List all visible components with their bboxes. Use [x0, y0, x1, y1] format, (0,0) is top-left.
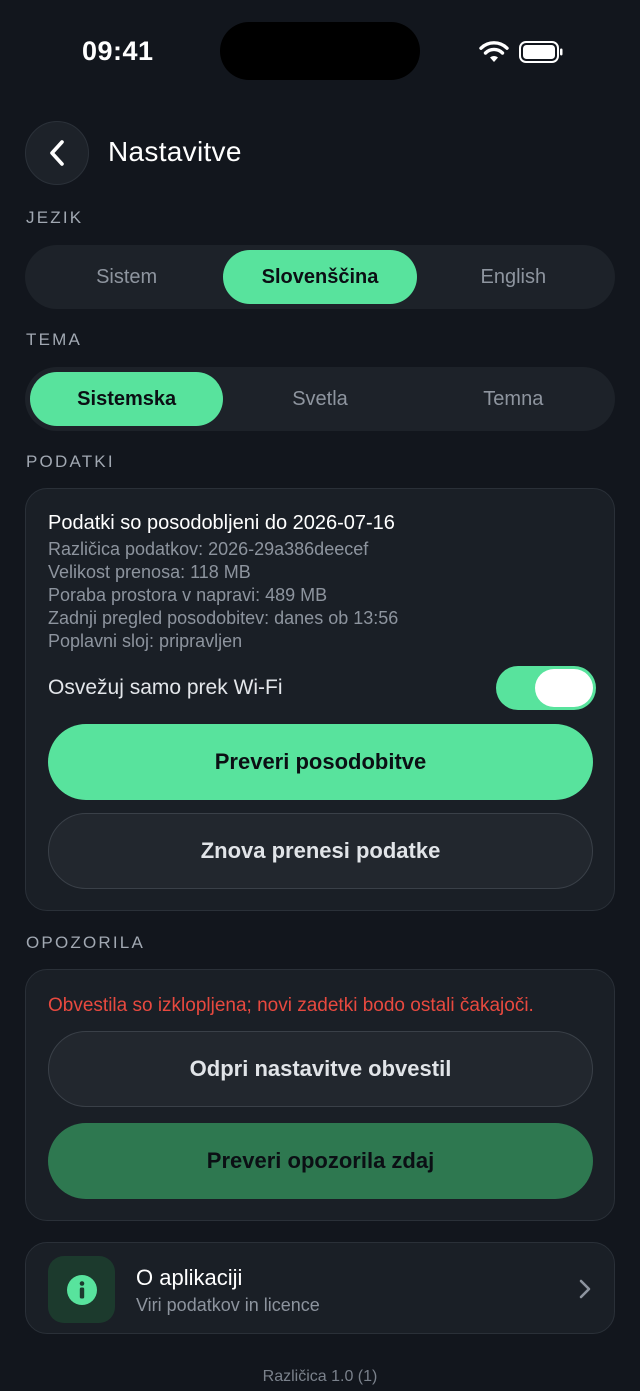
- language-option-english[interactable]: English: [417, 250, 610, 304]
- wifi-only-toggle[interactable]: [496, 666, 596, 710]
- toggle-knob: [535, 669, 593, 707]
- back-button[interactable]: [25, 121, 89, 185]
- theme-option-light[interactable]: Svetla: [223, 372, 416, 426]
- download-size-line: Velikost prenosa: 118 MB: [48, 562, 251, 582]
- redownload-data-button[interactable]: Znova prenesi podatke: [48, 813, 593, 889]
- data-card: Podatki so posodobljeni do 2026-07-16 Ra…: [25, 488, 615, 911]
- app-version: Različica 1.0 (1): [262, 1368, 378, 1385]
- section-label-language: JEZIK: [26, 208, 84, 227]
- status-bar: 09:41: [0, 0, 640, 100]
- status-time: 09:41: [82, 36, 154, 66]
- open-notification-settings-button[interactable]: Odpri nastavitve obvestil: [48, 1031, 593, 1107]
- section-label-alerts: OPOZORILA: [26, 933, 145, 952]
- dynamic-island: [220, 22, 420, 80]
- notifications-off-warning: Obvestila so izklopljena; novi zadetki b…: [48, 995, 534, 1016]
- page-title: Nastavitve: [108, 136, 242, 167]
- section-label-data: PODATKI: [26, 452, 115, 471]
- battery-icon: [519, 41, 563, 63]
- theme-selector: Sistemska Svetla Temna: [25, 367, 615, 431]
- data-updated-title: Podatki so posodobljeni do 2026-07-16: [48, 512, 395, 534]
- language-option-slovenian[interactable]: Slovenščina: [223, 250, 417, 304]
- wifi-only-label: Osvežuj samo prek Wi-Fi: [48, 676, 283, 699]
- language-selector: Sistem Slovenščina English: [25, 245, 615, 309]
- info-icon: [66, 1274, 97, 1305]
- about-title: O aplikaciji: [136, 1265, 243, 1290]
- wifi-icon: [479, 41, 509, 62]
- info-icon-tile: [48, 1256, 115, 1323]
- theme-option-system[interactable]: Sistemska: [30, 372, 224, 426]
- chevron-right-icon: [579, 1279, 591, 1299]
- chevron-left-icon: [50, 140, 64, 166]
- storage-usage-line: Poraba prostora v napravi: 489 MB: [48, 585, 328, 605]
- language-option-system[interactable]: Sistem: [30, 250, 223, 304]
- section-label-theme: TEMA: [26, 330, 83, 349]
- alerts-card: Obvestila so izklopljena; novi zadetki b…: [25, 969, 615, 1221]
- flood-layer-line: Poplavni sloj: pripravljen: [48, 631, 243, 651]
- theme-option-dark[interactable]: Temna: [417, 372, 610, 426]
- about-subtitle: Viri podatkov in licence: [136, 1295, 320, 1315]
- data-version-line: Različica podatkov: 2026-29a386deecef: [48, 539, 369, 559]
- about-row[interactable]: O aplikaciji Viri podatkov in licence: [25, 1242, 615, 1334]
- last-check-line: Zadnji pregled posodobitev: danes ob 13:…: [48, 608, 399, 628]
- check-updates-button[interactable]: Preveri posodobitve: [48, 724, 593, 800]
- check-alerts-now-button[interactable]: Preveri opozorila zdaj: [48, 1123, 593, 1199]
